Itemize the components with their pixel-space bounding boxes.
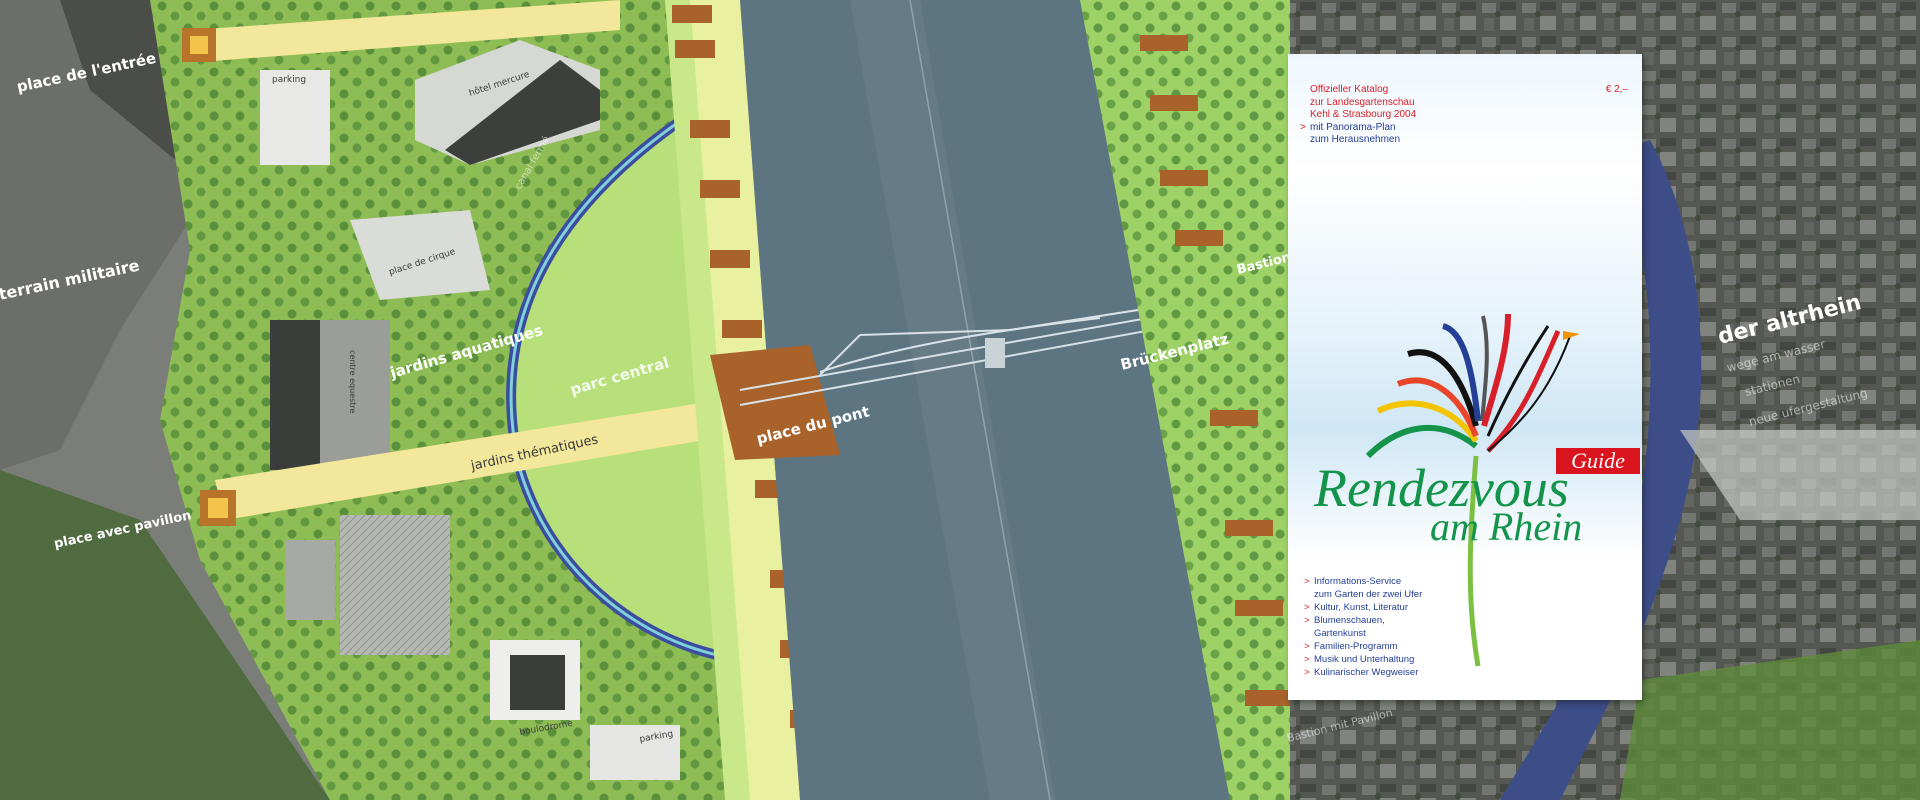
list-item: > Musik und Unterhaltung (1304, 654, 1415, 665)
list-item: zum Garten der zwei Ufer (1314, 589, 1423, 600)
panorama-stage: place de l'entrée terrain militaire plac… (0, 0, 1920, 800)
list-item: > Informations-Service (1304, 576, 1402, 587)
list-item: Gartenkunst (1314, 628, 1366, 639)
header-line-5: zum Herausnehmen (1310, 134, 1401, 145)
label-centre-equestre: centre equestre (348, 350, 357, 414)
header-line-4: > mit Panorama-Plan (1300, 121, 1396, 133)
price-label: € 2,– (1605, 84, 1628, 95)
contents-list: > Informations-Service zum Garten der zwe… (1304, 576, 1422, 680)
header-prefix: > (1300, 121, 1306, 133)
sports-field (340, 515, 450, 655)
list-item: > Kultur, Kunst, Literatur (1304, 602, 1408, 613)
title-line-2: am Rhein (1430, 504, 1583, 549)
brochure-header: Offizieller Katalog zur Landesgartenscha… (1300, 84, 1417, 147)
header-line-2: zur Landesgartenschau (1310, 96, 1415, 108)
header-line-1: Offizieller Katalog (1310, 84, 1389, 95)
guide-brochure-cover: Offizieller Katalog zur Landesgartenscha… (1288, 54, 1642, 700)
list-item: > Kulinarischer Wegweiser (1304, 667, 1419, 678)
label-parking-top: parking (272, 75, 306, 85)
list-item: > Familien-Programm (1304, 641, 1398, 652)
header-line-3: Kehl & Strasbourg 2004 (1310, 109, 1417, 120)
list-item: > Blumenschauen, (1304, 615, 1385, 626)
